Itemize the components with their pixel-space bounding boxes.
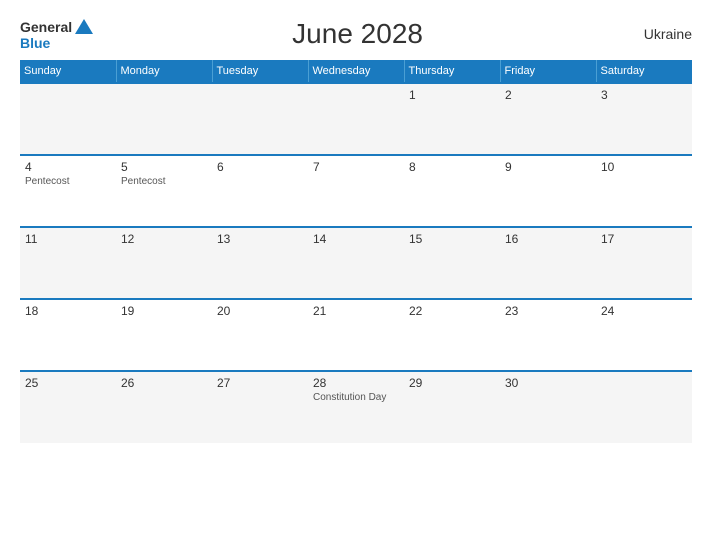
calendar-week-row: 123 — [20, 83, 692, 155]
calendar-cell: 2 — [500, 83, 596, 155]
calendar-cell: 17 — [596, 227, 692, 299]
day-number: 2 — [505, 88, 591, 102]
logo-triangle-icon — [75, 19, 93, 34]
calendar-cell: 16 — [500, 227, 596, 299]
calendar-week-row: 11 12 13 14 15 16 17 — [20, 227, 692, 299]
calendar-table: Sunday Monday Tuesday Wednesday Thursday… — [20, 60, 692, 443]
header-sunday: Sunday — [20, 60, 116, 83]
day-number: 1 — [409, 88, 495, 102]
day-number: 26 — [121, 376, 207, 390]
day-number: 16 — [505, 232, 591, 246]
calendar-cell: 4 Pentecost — [20, 155, 116, 227]
calendar-cell — [116, 83, 212, 155]
day-number: 28 — [313, 376, 399, 390]
day-number: 25 — [25, 376, 111, 390]
calendar-page: General Blue June 2028 Ukraine Sunday Mo… — [0, 0, 712, 550]
day-number: 21 — [313, 304, 399, 318]
day-number: 3 — [601, 88, 687, 102]
event-label: Pentecost — [121, 176, 207, 187]
day-number: 22 — [409, 304, 495, 318]
day-number: 29 — [409, 376, 495, 390]
calendar-cell: 20 — [212, 299, 308, 371]
calendar-cell: 12 — [116, 227, 212, 299]
calendar-cell: 23 — [500, 299, 596, 371]
calendar-cell: 21 — [308, 299, 404, 371]
day-number: 24 — [601, 304, 687, 318]
calendar-cell: 19 — [116, 299, 212, 371]
day-number: 4 — [25, 160, 111, 174]
header-saturday: Saturday — [596, 60, 692, 83]
calendar-cell: 6 — [212, 155, 308, 227]
event-label: Pentecost — [25, 176, 111, 187]
calendar-cell: 13 — [212, 227, 308, 299]
day-number: 23 — [505, 304, 591, 318]
header-thursday: Thursday — [404, 60, 500, 83]
logo-blue-text: Blue — [20, 36, 50, 50]
calendar-cell: 3 — [596, 83, 692, 155]
calendar-week-row: 25 26 27 28 Constitution Day 29 30 — [20, 371, 692, 443]
calendar-cell: 11 — [20, 227, 116, 299]
calendar-cell: 8 — [404, 155, 500, 227]
calendar-cell — [212, 83, 308, 155]
day-number: 8 — [409, 160, 495, 174]
day-number: 17 — [601, 232, 687, 246]
day-number: 6 — [217, 160, 303, 174]
calendar-cell: 22 — [404, 299, 500, 371]
calendar-cell: 14 — [308, 227, 404, 299]
day-number: 5 — [121, 160, 207, 174]
day-number: 9 — [505, 160, 591, 174]
calendar-cell: 29 — [404, 371, 500, 443]
day-number: 7 — [313, 160, 399, 174]
calendar-cell: 10 — [596, 155, 692, 227]
calendar-cell — [20, 83, 116, 155]
header-monday: Monday — [116, 60, 212, 83]
calendar-cell — [596, 371, 692, 443]
calendar-title: June 2028 — [93, 18, 622, 50]
country-label: Ukraine — [622, 26, 692, 42]
calendar-cell: 30 — [500, 371, 596, 443]
calendar-cell: 9 — [500, 155, 596, 227]
header-wednesday: Wednesday — [308, 60, 404, 83]
day-number: 18 — [25, 304, 111, 318]
calendar-cell: 25 — [20, 371, 116, 443]
weekday-header-row: Sunday Monday Tuesday Wednesday Thursday… — [20, 60, 692, 83]
day-number: 27 — [217, 376, 303, 390]
calendar-cell: 28 Constitution Day — [308, 371, 404, 443]
header-tuesday: Tuesday — [212, 60, 308, 83]
calendar-cell: 24 — [596, 299, 692, 371]
day-number: 19 — [121, 304, 207, 318]
calendar-cell: 27 — [212, 371, 308, 443]
header: General Blue June 2028 Ukraine — [20, 18, 692, 50]
day-number: 15 — [409, 232, 495, 246]
day-number: 30 — [505, 376, 591, 390]
event-label: Constitution Day — [313, 392, 399, 403]
calendar-cell: 5 Pentecost — [116, 155, 212, 227]
calendar-cell: 26 — [116, 371, 212, 443]
logo: General Blue — [20, 19, 93, 50]
calendar-cell — [308, 83, 404, 155]
calendar-cell: 1 — [404, 83, 500, 155]
calendar-week-row: 4 Pentecost 5 Pentecost 6789 10 — [20, 155, 692, 227]
header-friday: Friday — [500, 60, 596, 83]
day-number: 10 — [601, 160, 687, 174]
calendar-week-row: 18 19 20 21 22 23 24 — [20, 299, 692, 371]
calendar-cell: 15 — [404, 227, 500, 299]
day-number: 11 — [25, 232, 111, 246]
calendar-cell: 18 — [20, 299, 116, 371]
calendar-cell: 7 — [308, 155, 404, 227]
logo-general-text: General — [20, 20, 72, 34]
day-number: 20 — [217, 304, 303, 318]
day-number: 12 — [121, 232, 207, 246]
day-number: 14 — [313, 232, 399, 246]
day-number: 13 — [217, 232, 303, 246]
